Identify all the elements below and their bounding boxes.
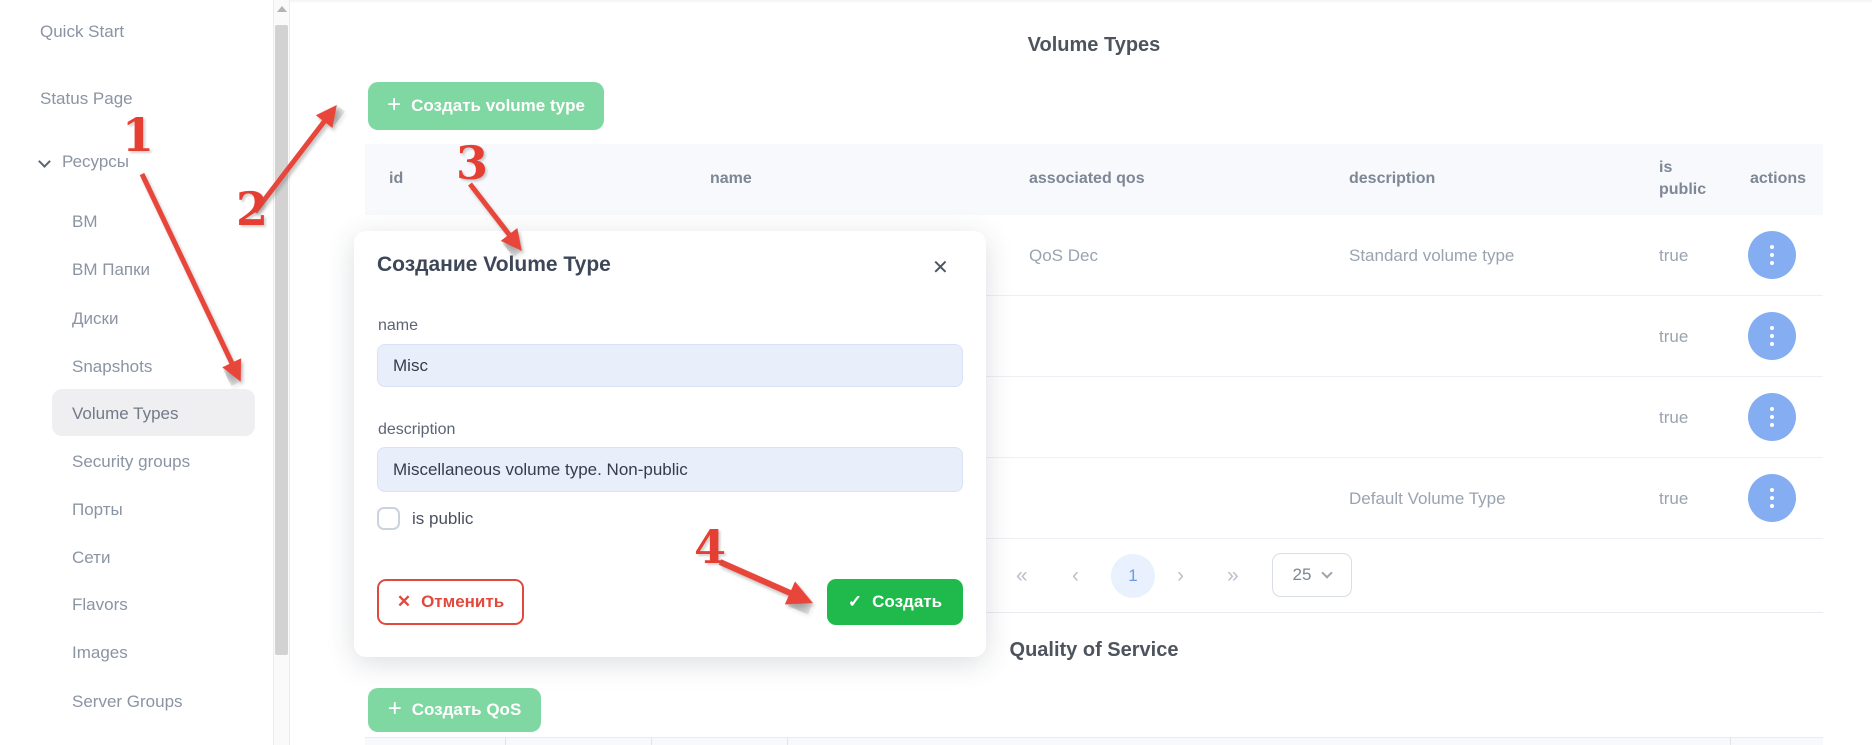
sidebar-item-bm[interactable]: BM (72, 212, 98, 232)
col-header-qos: associated qos (1029, 170, 1145, 188)
sidebar-item-bm-folders[interactable]: BM Папки (72, 260, 150, 280)
col-header-actions: actions (1750, 170, 1806, 188)
table-header-row: id name associated qos description is pu… (365, 144, 1823, 215)
sidebar-item-networks[interactable]: Сети (72, 548, 110, 568)
create-qos-button[interactable]: + Создать QoS (368, 688, 541, 732)
sidebar-item-volume-types[interactable]: Volume Types (72, 404, 178, 424)
create-volume-type-button[interactable]: + Создать volume type (368, 82, 604, 130)
plus-icon: + (388, 697, 402, 721)
kebab-menu-icon (1748, 393, 1796, 441)
cell-is-public: true (1659, 215, 1688, 296)
row-actions-button[interactable] (1748, 393, 1796, 441)
kebab-menu-icon (1748, 231, 1796, 279)
cancel-button[interactable]: ✕ Отменить (377, 579, 524, 625)
description-field-label: description (378, 421, 455, 439)
annotation-step-1: 1 (122, 112, 154, 158)
name-field-label: name (378, 317, 418, 335)
create-qos-label: Создать QoS (412, 700, 522, 720)
col-header-id: id (389, 170, 403, 188)
sidebar-item-disks[interactable]: Диски (72, 309, 118, 329)
check-icon: ✓ (848, 592, 862, 612)
annotation-step-3: 3 (456, 140, 488, 186)
plus-icon: + (387, 93, 401, 117)
cell-description: Default Volume Type (1349, 458, 1506, 539)
scrollbar-up-arrow-icon[interactable] (277, 6, 287, 12)
page-size-value: 25 (1293, 565, 1312, 585)
sidebar-item-server-groups[interactable]: Server Groups (72, 692, 183, 712)
annotation-step-4: 4 (694, 524, 726, 570)
pagination-next-button[interactable]: › (1177, 539, 1184, 613)
chevron-down-icon (38, 155, 51, 168)
is-public-label: is public (412, 509, 473, 529)
chevron-down-icon (1322, 567, 1333, 578)
col-header-name: name (710, 170, 752, 188)
row-actions-button[interactable] (1748, 312, 1796, 360)
sidebar-item-ports[interactable]: Порты (72, 500, 123, 520)
description-input[interactable] (377, 447, 963, 492)
cancel-label: Отменить (421, 592, 504, 612)
kebab-menu-icon (1748, 474, 1796, 522)
submit-label: Создать (872, 592, 942, 612)
modal-title: Создание Volume Type (377, 253, 611, 277)
pagination-prev-button[interactable]: ‹ (1072, 539, 1079, 613)
create-volume-type-modal: Создание Volume Type ✕ name description … (354, 231, 986, 657)
sidebar-group-resources[interactable]: Ресурсы (62, 152, 129, 172)
name-input[interactable] (377, 344, 963, 387)
cell-is-public: true (1659, 458, 1688, 539)
sidebar-item-snapshots[interactable]: Snapshots (72, 357, 152, 377)
create-volume-type-label: Создать volume type (411, 96, 585, 116)
annotation-step-2: 2 (236, 186, 268, 232)
sidebar-scrollbar-thumb[interactable] (275, 25, 288, 655)
sidebar-item-status-page[interactable]: Status Page (40, 89, 133, 109)
submit-create-button[interactable]: ✓ Создать (827, 579, 963, 625)
sidebar-item-quick-start[interactable]: Quick Start (40, 22, 124, 42)
cell-qos: QoS Dec (1029, 215, 1098, 296)
x-icon: ✕ (397, 592, 411, 612)
page-size-select[interactable]: 25 (1272, 553, 1352, 597)
row-actions-button[interactable] (1748, 231, 1796, 279)
kebab-menu-icon (1748, 312, 1796, 360)
pagination-last-button[interactable]: » (1227, 539, 1239, 613)
is-public-checkbox[interactable] (377, 507, 400, 530)
sidebar-item-images[interactable]: Images (72, 643, 128, 663)
close-icon[interactable]: ✕ (932, 255, 949, 280)
cell-is-public: true (1659, 377, 1688, 458)
col-header-description: description (1349, 170, 1435, 188)
sidebar-item-security-groups[interactable]: Security groups (72, 452, 190, 472)
col-header-is-public: is public (1659, 157, 1721, 201)
cell-is-public: true (1659, 296, 1688, 377)
qos-table-top-edge (365, 737, 1823, 745)
pagination-first-button[interactable]: « (1016, 539, 1028, 613)
row-actions-button[interactable] (1748, 474, 1796, 522)
cell-description: Standard volume type (1349, 215, 1514, 296)
sidebar-item-flavors[interactable]: Flavors (72, 595, 128, 615)
pagination-page-1[interactable]: 1 (1111, 554, 1155, 598)
page-title: Volume Types (365, 34, 1823, 57)
